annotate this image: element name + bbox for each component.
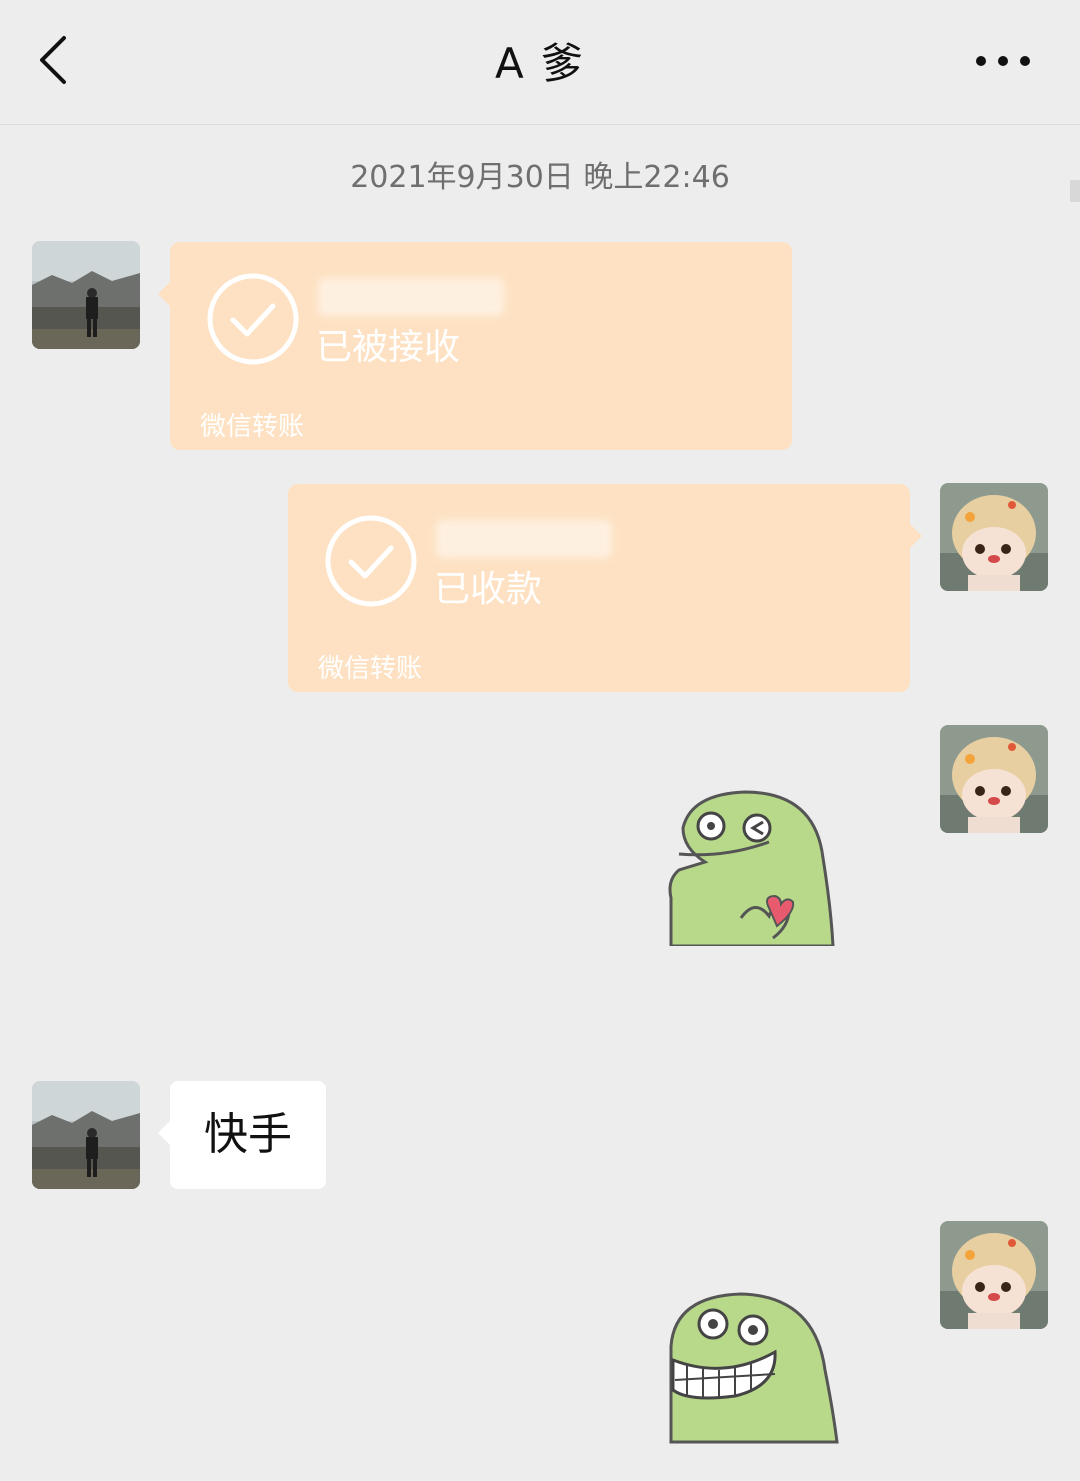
avatar-self[interactable] <box>940 1221 1048 1329</box>
chat-screen: A 爹 2021年9月30日 晚上22:46 已被接收 微信转账 已收款 微信转… <box>0 0 1080 1481</box>
avatar-other[interactable] <box>32 1081 140 1189</box>
avatar-self[interactable] <box>940 483 1048 591</box>
transfer-card-collected[interactable]: 已收款 微信转账 <box>288 484 922 692</box>
message-text: 快手 <box>204 1109 292 1160</box>
check-circle-icon <box>325 515 417 607</box>
chat-title: A 爹 <box>494 39 586 88</box>
transfer-amount-redacted <box>318 278 504 316</box>
avatar-self[interactable] <box>940 725 1048 833</box>
avatar-photo-landscape <box>32 241 140 349</box>
avatar-other[interactable] <box>32 241 140 349</box>
transfer-card-received[interactable]: 已被接收 微信转账 <box>158 242 792 450</box>
transfer-footer: 微信转账 <box>318 654 423 684</box>
text-message-bubble[interactable]: 快手 <box>158 1081 326 1189</box>
avatar-doll-photo <box>940 483 1048 591</box>
transfer-footer: 微信转账 <box>200 412 305 442</box>
transfer-status: 已被接收 <box>316 327 461 368</box>
avatar-doll-photo <box>940 725 1048 833</box>
more-button[interactable] <box>976 50 1036 72</box>
chat-header: A 爹 <box>0 0 1080 125</box>
check-circle-icon <box>207 273 299 365</box>
green-dino-heart-sticker[interactable] <box>665 788 840 948</box>
avatar-doll-photo <box>940 1221 1048 1329</box>
more-dots-icon <box>976 56 986 66</box>
transfer-amount-redacted <box>436 520 612 558</box>
green-dino-grin-sticker[interactable] <box>665 1290 843 1445</box>
avatar-photo-landscape <box>32 1081 140 1189</box>
message-timestamp: 2021年9月30日 晚上22:46 <box>350 160 730 195</box>
transfer-status: 已收款 <box>434 569 543 610</box>
